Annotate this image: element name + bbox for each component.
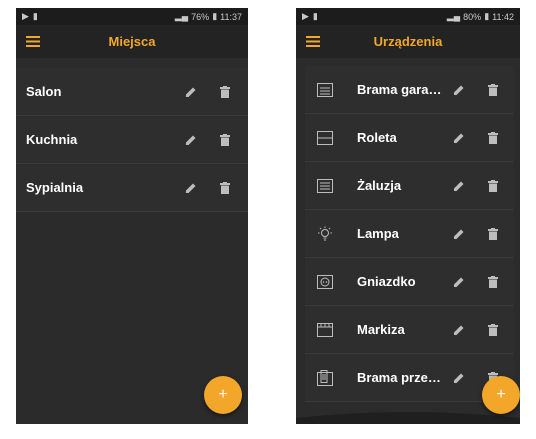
list-item[interactable]: Markiza [305,306,514,354]
list-item[interactable]: Gniazdko [305,258,514,306]
item-label: Markiza [357,322,405,337]
add-place-button[interactable]: + [204,376,242,414]
trash-icon [488,227,498,240]
battery-percent: 76% [191,11,210,22]
edit-button[interactable] [442,258,476,306]
add-device-button[interactable]: + [482,376,520,414]
trash-icon [488,83,498,96]
pencil-icon [454,229,464,239]
delete-button[interactable] [208,68,242,116]
notification-icon: ▮ [312,11,318,21]
pencil-icon [454,277,464,287]
delete-button[interactable] [476,114,510,162]
item-label: Roleta [357,130,397,145]
edit-button[interactable] [442,162,476,210]
item-label: Kuchnia [26,132,78,147]
pencil-icon [186,135,196,145]
menu-button[interactable] [16,25,50,58]
trash-icon [488,131,498,144]
edit-button[interactable] [442,210,476,258]
pencil-icon [454,325,464,335]
trash-icon [220,133,230,146]
item-label: Lampa [357,226,399,241]
edit-button[interactable] [174,164,208,212]
item-label: Gniazdko [357,274,416,289]
socket-icon [317,258,347,306]
pencil-icon [186,87,196,97]
places-list: Salon Kuchnia Sypialnia [16,68,248,212]
menu-button[interactable] [296,25,330,58]
screen-bottom-curve [296,412,520,424]
plus-icon: + [496,386,506,403]
play-icon: ▶ [22,11,29,21]
page-title: Miejsca [108,34,156,49]
notification-icon: ▮ [32,11,38,21]
garage-gate-icon [317,66,347,114]
menu-icon [306,36,320,47]
pencil-icon [454,133,464,143]
sliding-gate-icon [317,354,347,402]
roller-blind-icon [317,114,347,162]
delete-button[interactable] [476,258,510,306]
edit-button[interactable] [442,66,476,114]
list-item[interactable]: Salon [16,68,248,116]
left-phone-screen: ▶ ▮ ▂▄ 76% ▮ 11:37 Miejsca Salon Kuchnia… [16,8,248,424]
clock: 11:37 [220,11,242,22]
edit-button[interactable] [442,306,476,354]
trash-icon [220,85,230,98]
delete-button[interactable] [208,164,242,212]
signal-icon: ▂▄ [446,11,461,21]
item-label: Brama garaż… [357,82,442,97]
item-label: Żaluzja [357,178,402,193]
right-phone-screen: ▶ ▮ ▂▄ 80% ▮ 11:42 Urządzenia Brama gara… [296,8,520,424]
battery-percent: 80% [463,11,482,22]
delete-button[interactable] [476,210,510,258]
list-item[interactable]: Roleta [305,114,514,162]
devices-list: Brama garaż… Roleta Żaluzja Lampa Gniazd… [305,66,514,402]
plus-icon: + [218,386,228,403]
trash-icon [488,179,498,192]
menu-icon [26,36,40,47]
signal-icon: ▂▄ [174,11,189,21]
app-bar: Miejsca [16,25,248,58]
edit-button[interactable] [442,354,476,402]
trash-icon [220,181,230,194]
edit-button[interactable] [174,116,208,164]
trash-icon [488,275,498,288]
list-item[interactable]: Żaluzja [305,162,514,210]
delete-button[interactable] [208,116,242,164]
item-label: Sypialnia [26,180,84,195]
delete-button[interactable] [476,162,510,210]
list-item[interactable]: Brama garaż… [305,66,514,114]
venetian-blind-icon [317,162,347,210]
status-bar: ▶ ▮ ▂▄ 80% ▮ 11:42 [296,8,520,25]
delete-button[interactable] [476,306,510,354]
pencil-icon [454,373,464,383]
edit-button[interactable] [174,68,208,116]
item-label: Salon [26,84,62,99]
clock: 11:42 [492,11,514,22]
pencil-icon [186,183,196,193]
app-bar: Urządzenia [296,25,520,58]
play-icon: ▶ [302,11,309,21]
lamp-icon [317,210,347,258]
delete-button[interactable] [476,66,510,114]
battery-icon: ▮ [484,11,490,21]
edit-button[interactable] [442,114,476,162]
awning-icon [317,306,347,354]
pencil-icon [454,181,464,191]
trash-icon [488,323,498,336]
list-item[interactable]: Kuchnia [16,116,248,164]
pencil-icon [454,85,464,95]
status-bar: ▶ ▮ ▂▄ 76% ▮ 11:37 [16,8,248,25]
list-item[interactable]: Sypialnia [16,164,248,212]
list-item[interactable]: Lampa [305,210,514,258]
item-label: Brama przes… [357,370,442,385]
battery-icon: ▮ [212,11,218,21]
